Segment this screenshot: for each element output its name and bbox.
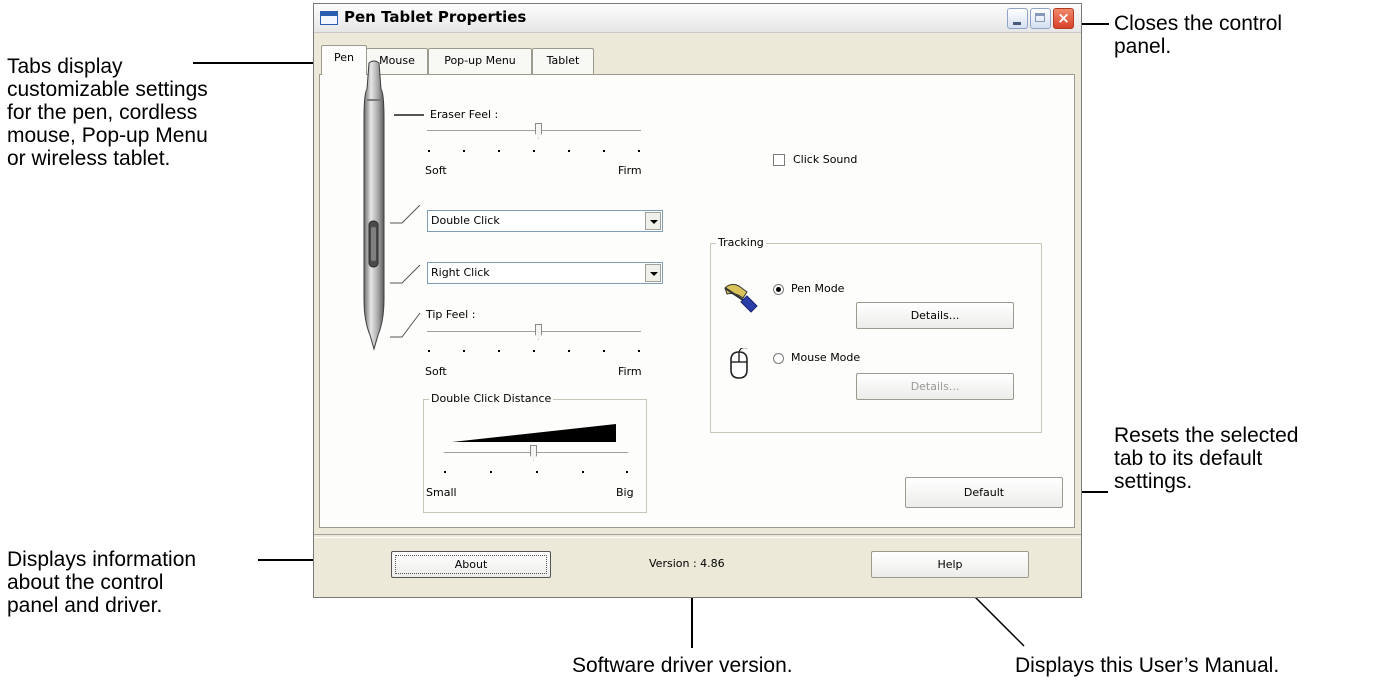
click-sound-label: Click Sound (793, 153, 858, 166)
footer-divider (314, 534, 1081, 538)
default-button[interactable]: Default (905, 477, 1063, 508)
version-annotation: Software driver version. (572, 654, 793, 677)
close-icon: × (1057, 9, 1070, 27)
double-click-distance-min-label: Small (426, 486, 457, 499)
close-leader-line (1080, 23, 1109, 25)
chevron-down-icon[interactable] (645, 212, 661, 230)
title-bar[interactable]: Pen Tablet Properties × (314, 4, 1081, 33)
tabs-annotation-line-1: Tabs display (7, 55, 123, 78)
about-annotation-line-2: about the control (7, 571, 164, 594)
eraser-feel-label: Eraser Feel : (430, 108, 499, 121)
tip-feel-label: Tip Feel : (426, 308, 476, 321)
chevron-down-icon[interactable] (645, 264, 661, 282)
pen-mode-label: Pen Mode (791, 282, 845, 295)
distance-wedge (452, 424, 616, 442)
about-annotation-line-3: panel and driver. (7, 594, 163, 617)
close-annotation-line-2: panel. (1114, 35, 1172, 58)
tabs-annotation-line-3: for the pen, cordless (7, 101, 198, 124)
maximize-button[interactable] (1030, 8, 1051, 29)
default-annotation-line-1: Resets the selected (1114, 424, 1299, 447)
lower-side-button-value: Right Click (431, 266, 490, 279)
eraser-feel-slider-track (427, 130, 641, 134)
tip-feel-slider[interactable] (535, 324, 542, 340)
double-click-distance-group: Double Click Distance Small Big (423, 392, 647, 513)
upper-side-button-dropdown[interactable]: Double Click (427, 210, 663, 232)
about-annotation: Displays information about the control p… (7, 548, 196, 617)
tip-feel-slider-track (427, 331, 641, 335)
mouse-mode-details-button[interactable]: Details... (856, 373, 1014, 400)
tracking-group: Tracking Pen Mode Details... Mouse Mode … (710, 236, 1042, 433)
default-annotation-line-2: tab to its default (1114, 447, 1263, 470)
double-click-distance-label: Double Click Distance (429, 392, 554, 405)
pen-tablet-properties-window: Pen Tablet Properties × Pen Mouse Pop-up… (313, 3, 1082, 598)
pen-settings-panel: Eraser Feel : Soft Firm Double Click Rig… (319, 60, 1075, 528)
version-text: Version : 4.86 (649, 557, 725, 570)
double-click-distance-slider[interactable] (530, 445, 537, 461)
lower-side-button-dropdown[interactable]: Right Click (427, 262, 663, 284)
tab-pen[interactable]: Pen (321, 45, 367, 75)
tabs-annotation-line-5: or wireless tablet. (7, 147, 171, 170)
help-annotation: Displays this User’s Manual. (1015, 654, 1280, 677)
click-sound-checkbox[interactable] (773, 154, 785, 166)
window-title: Pen Tablet Properties (344, 8, 527, 26)
tracking-label: Tracking (716, 236, 766, 249)
eraser-connector (394, 114, 424, 116)
tip-feel-min-label: Soft (425, 365, 447, 378)
eraser-feel-min-label: Soft (425, 164, 447, 177)
button-connectors (390, 205, 421, 338)
close-annotation-line-1: Closes the control (1114, 12, 1283, 35)
eraser-feel-slider[interactable] (535, 123, 542, 139)
double-click-distance-max-label: Big (616, 486, 634, 499)
pen-illustration (363, 60, 385, 351)
help-button[interactable]: Help (871, 551, 1029, 578)
default-annotation: Resets the selected tab to its default s… (1114, 424, 1298, 493)
tab-pop-up-menu[interactable]: Pop-up Menu (428, 48, 532, 74)
mouse-mode-icon (730, 348, 748, 379)
close-button[interactable]: × (1053, 8, 1074, 29)
pen-mode-details-button[interactable]: Details... (856, 302, 1014, 329)
close-annotation: Closes the control panel. (1114, 12, 1282, 58)
window-app-icon (320, 11, 338, 25)
about-annotation-line-1: Displays information (7, 548, 197, 571)
tab-tablet[interactable]: Tablet (532, 48, 594, 74)
default-annotation-line-3: settings. (1114, 470, 1193, 493)
eraser-feel-max-label: Firm (618, 164, 642, 177)
mouse-mode-radio[interactable] (773, 353, 784, 364)
pen-mode-icon (724, 283, 758, 313)
minimize-button[interactable] (1007, 8, 1028, 29)
tabs-annotation-line-4: mouse, Pop-up Menu (7, 124, 208, 147)
about-button[interactable]: About (391, 551, 551, 578)
upper-side-button-value: Double Click (431, 214, 500, 227)
tabs-annotation: Tabs display customizable settings for t… (7, 55, 208, 170)
tip-feel-max-label: Firm (618, 365, 642, 378)
pen-mode-radio[interactable] (773, 284, 784, 295)
tabs-annotation-line-2: customizable settings (7, 78, 208, 101)
mouse-mode-label: Mouse Mode (791, 351, 861, 364)
